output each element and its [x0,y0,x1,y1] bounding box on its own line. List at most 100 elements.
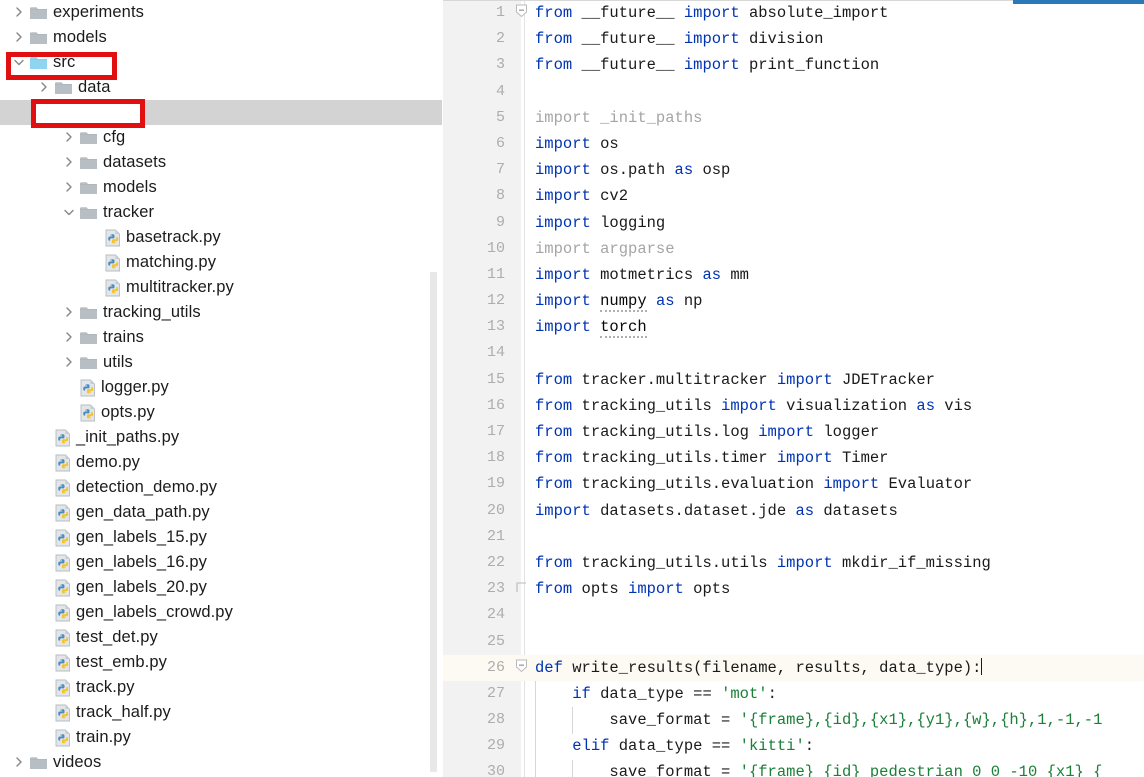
tree-item-matching-py[interactable]: matching.py [0,250,443,275]
code-line[interactable]: 25 [443,629,1144,655]
tree-item-data[interactable]: data [0,75,443,100]
tree-item-videos[interactable]: videos [0,750,443,775]
tree-item-cfg[interactable]: cfg [0,125,443,150]
fold-collapse-icon[interactable] [515,4,528,21]
tree-item-utils[interactable]: utils [0,350,443,375]
tree-item-track-py[interactable]: track.py [0,675,443,700]
code-line[interactable]: 7 import os.path as osp [443,157,1144,183]
tree-item-basetrack-py[interactable]: basetrack.py [0,225,443,250]
code-line[interactable]: 16 from tracking_utils import visualizati… [443,393,1144,419]
code-text: elif data_type == 'kitti': [572,737,815,756]
tree-item-gen-labels-crowd-py[interactable]: gen_labels_crowd.py [0,600,443,625]
tree-item-tracking-utils[interactable]: tracking_utils [0,300,443,325]
code-line[interactable]: 27 if data_type == 'mot': [443,681,1144,707]
code-line[interactable]: 3 from __future__ import print_function [443,52,1144,78]
chevron-right-icon[interactable] [60,175,78,200]
code-text: from tracking_utils.log import logger [535,423,880,441]
chevron-down-icon[interactable] [60,200,78,225]
tree-item-multitracker-py[interactable]: multitracker.py [0,275,443,300]
code-line[interactable]: 24 [443,602,1144,628]
code-line[interactable]: 21 [443,524,1144,550]
code-text: import cv2 [535,187,629,206]
chevron-right-icon[interactable] [10,25,28,50]
code-line[interactable]: 28 save_format = '{frame},{id},{x1},{y1}… [443,707,1144,733]
code-line[interactable]: 6 import os [443,131,1144,157]
tree-item-test-emb-py[interactable]: test_emb.py [0,650,443,675]
code-line[interactable]: 4 [443,79,1144,105]
file-tree[interactable]: experiments models src data lib cfg datasets mo… [0,0,443,775]
code-line[interactable]: 13 import torch [443,314,1144,340]
line-number: 16 [486,396,505,414]
code-line[interactable]: 10 import argparse [443,236,1144,262]
line-number: 12 [486,292,505,310]
tree-item-test-det-py[interactable]: test_det.py [0,625,443,650]
code-line[interactable]: 2 from __future__ import division [443,26,1144,52]
chevron-right-icon[interactable] [10,750,28,775]
code-line[interactable]: 19 from tracking_utils.evaluation import … [443,471,1144,497]
tree-item-models[interactable]: models [0,175,443,200]
code-line[interactable]: 26 def write_results(filename, results, d… [443,654,1144,681]
tree-item-track-half-py[interactable]: track_half.py [0,700,443,725]
code-line[interactable]: 18 from tracking_utils.timer import Timer [443,445,1144,471]
fold-end-icon[interactable] [515,580,528,597]
chevron-right-icon[interactable] [10,0,28,25]
line-number: 8 [495,187,505,205]
folder-icon [28,0,50,25]
sidebar-scrollbar[interactable] [430,272,437,772]
line-number: 28 [486,711,505,729]
code-line[interactable]: 8 import cv2 [443,183,1144,209]
code-line[interactable]: 29 elif data_type == 'kitti': [443,733,1144,759]
folder-icon [28,25,50,50]
code-line[interactable]: 22 from tracking_utils.utils import mkdir… [443,550,1144,576]
code-line[interactable]: 11 import motmetrics as mm [443,262,1144,288]
tree-item-detection-demo-py[interactable]: detection_demo.py [0,475,443,500]
tree-item-datasets[interactable]: datasets [0,150,443,175]
chevron-right-icon[interactable] [60,300,78,325]
code-line[interactable]: 5 import _init_paths [443,105,1144,131]
chevron-right-icon[interactable] [60,325,78,350]
tree-item-gen-labels-20-py[interactable]: gen_labels_20.py [0,575,443,600]
tree-item-experiments[interactable]: experiments [0,0,443,25]
tree-item-logger-py[interactable]: logger.py [0,375,443,400]
indent-guide [535,733,536,760]
tree-item-label: basetrack.py [126,228,221,246]
fold-collapse-icon[interactable] [515,659,528,676]
tree-item-tracker[interactable]: tracker [0,200,443,225]
chevron-down-icon[interactable] [35,100,53,125]
python-file-icon [78,400,98,425]
tree-item-label: gen_labels_16.py [76,553,207,571]
project-tree-panel[interactable]: experiments models src data lib cfg datasets mo… [0,0,443,777]
code-text: from tracking_utils.evaluation import Ev… [535,475,973,494]
code-line[interactable]: 14 [443,340,1144,366]
tree-item-models[interactable]: models [0,25,443,50]
code-line[interactable]: 23 from opts import opts [443,576,1144,602]
tree-item-opts-py[interactable]: opts.py [0,400,443,425]
tree-item-label: models [53,28,107,46]
code-text: from tracking_utils.utils import mkdir_i… [535,553,991,572]
code-line[interactable]: 20 import datasets.dataset.jde as dataset… [443,498,1144,524]
tree-item-gen-labels-15-py[interactable]: gen_labels_15.py [0,525,443,550]
code-line[interactable]: 9 import logging [443,210,1144,236]
chevron-right-icon[interactable] [60,150,78,175]
chevron-down-icon[interactable] [10,50,28,75]
code-line[interactable]: 12 import numpy as np [443,288,1144,314]
code-line[interactable]: 15 from tracker.multitracker import JDETr… [443,367,1144,393]
code-editor-panel[interactable]: 1 from __future__ import absolute_import 2… [443,0,1144,777]
chevron-right-icon[interactable] [35,75,53,100]
code-content[interactable]: 1 from __future__ import absolute_import 2… [443,0,1144,777]
tree-item-label: train.py [76,728,131,746]
tree-item--init-paths-py[interactable]: _init_paths.py [0,425,443,450]
tree-item-src[interactable]: src [0,50,443,75]
tree-item-gen-labels-16-py[interactable]: gen_labels_16.py [0,550,443,575]
code-line[interactable]: 30 save_format = '{frame} {id} pedestria… [443,759,1144,777]
chevron-right-icon[interactable] [60,125,78,150]
tree-item-train-py[interactable]: train.py [0,725,443,750]
chevron-right-icon[interactable] [60,350,78,375]
tree-item-trains[interactable]: trains [0,325,443,350]
tree-item-gen-data-path-py[interactable]: gen_data_path.py [0,500,443,525]
code-line[interactable]: 17 from tracking_utils.log import logger [443,419,1144,445]
tree-item-demo-py[interactable]: demo.py [0,450,443,475]
tree-item-lib[interactable]: lib [0,100,443,125]
